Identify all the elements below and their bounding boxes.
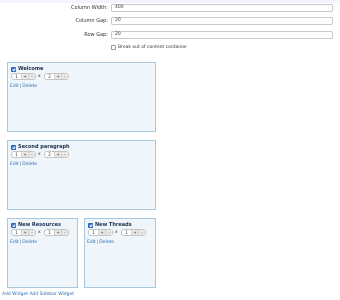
column-width-label: Column Width: [71, 5, 108, 11]
column-span-stepper[interactable]: 1 + - [11, 229, 36, 236]
widget-title: New Resources [18, 222, 61, 228]
add-widget-link[interactable]: Add Widget [2, 292, 28, 297]
times-symbol: x [38, 230, 41, 235]
times-symbol: x [38, 152, 41, 157]
increment-button[interactable]: + [98, 230, 105, 235]
row-span-value: 2 [48, 152, 51, 157]
column-width-input[interactable]: 400 [111, 4, 333, 12]
decrement-button[interactable]: - [61, 74, 68, 79]
widget-title: Welcome [18, 66, 44, 72]
row-span-stepper[interactable]: 2 + - [44, 73, 69, 80]
edit-link[interactable]: Edit [10, 162, 19, 167]
breakout-label: Break out of content container [118, 45, 187, 50]
delete-link[interactable]: Delete [22, 162, 37, 167]
row-gap-label: Row Gap: [84, 32, 108, 38]
increment-button[interactable]: + [21, 152, 28, 157]
decrement-button[interactable]: - [28, 152, 35, 157]
decrement-button[interactable]: - [138, 230, 145, 235]
widget-actions: Edit|Delete [10, 162, 37, 167]
column-gap-label: Column Gap: [75, 18, 108, 24]
row-span-stepper[interactable]: 2 + - [44, 151, 69, 158]
times-symbol: x [115, 230, 118, 235]
edit-link[interactable]: Edit [10, 240, 19, 245]
row-span-stepper[interactable]: 1 + - [121, 229, 146, 236]
increment-button[interactable]: + [21, 74, 28, 79]
widget-welcome: Welcome 1 + - x 2 + - Edit|Delete [7, 62, 156, 132]
increment-button[interactable]: + [54, 230, 61, 235]
widget-new-resources: New Resources 1 + - x 1 + - Edit|Delete [7, 218, 78, 288]
widget-title: New Threads [95, 222, 132, 228]
widget-enabled-checkbox[interactable] [11, 223, 16, 228]
increment-button[interactable]: + [131, 230, 138, 235]
column-span-value: 1 [15, 152, 18, 157]
column-span-value: 1 [15, 230, 18, 235]
widget-actions: Edit|Delete [10, 240, 37, 245]
widget-enabled-checkbox[interactable] [88, 223, 93, 228]
column-span-value: 1 [92, 230, 95, 235]
delete-link[interactable]: Delete [22, 84, 37, 89]
column-gap-input[interactable]: 20 [111, 17, 333, 25]
top-band [0, 0, 340, 3]
widget-new-threads: New Threads 1 + - x 1 + - Edit|Delete [84, 218, 156, 288]
column-span-stepper[interactable]: 1 + - [11, 151, 36, 158]
footer-links: Add Widget Add Sidebar Widget [2, 292, 74, 297]
decrement-button[interactable]: - [28, 74, 35, 79]
breakout-checkbox[interactable] [111, 45, 116, 50]
widget-actions: Edit|Delete [10, 84, 37, 89]
row-gap-input[interactable]: 20 [111, 31, 333, 39]
row-span-stepper[interactable]: 1 + - [44, 229, 69, 236]
widget-title: Second paragraph [18, 144, 70, 150]
decrement-button[interactable]: - [61, 230, 68, 235]
column-span-stepper[interactable]: 1 + - [11, 73, 36, 80]
column-span-value: 1 [15, 74, 18, 79]
widget-enabled-checkbox[interactable] [11, 145, 16, 150]
decrement-button[interactable]: - [28, 230, 35, 235]
decrement-button[interactable]: - [61, 152, 68, 157]
widget-second-paragraph: Second paragraph 1 + - x 2 + - Edit|Dele… [7, 140, 156, 210]
add-sidebar-widget-link[interactable]: Add Sidebar Widget [29, 292, 74, 297]
times-symbol: x [38, 74, 41, 79]
edit-link[interactable]: Edit [10, 84, 19, 89]
widget-enabled-checkbox[interactable] [11, 67, 16, 72]
decrement-button[interactable]: - [105, 230, 112, 235]
increment-button[interactable]: + [54, 74, 61, 79]
delete-link[interactable]: Delete [99, 240, 114, 245]
increment-button[interactable]: + [21, 230, 28, 235]
delete-link[interactable]: Delete [22, 240, 37, 245]
row-span-value: 1 [48, 230, 51, 235]
increment-button[interactable]: + [54, 152, 61, 157]
widget-actions: Edit|Delete [87, 240, 114, 245]
edit-link[interactable]: Edit [87, 240, 96, 245]
row-span-value: 2 [48, 74, 51, 79]
row-span-value: 1 [125, 230, 128, 235]
column-span-stepper[interactable]: 1 + - [88, 229, 113, 236]
